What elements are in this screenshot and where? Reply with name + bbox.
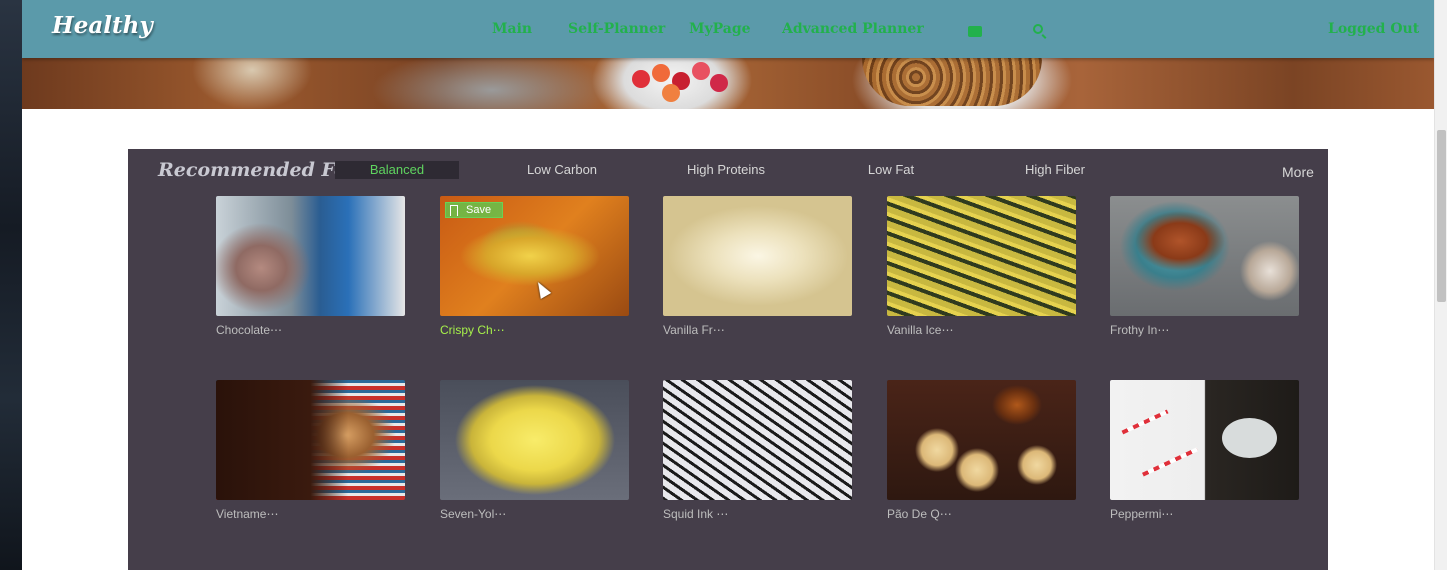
save-button[interactable]: Save <box>445 202 503 218</box>
tab-low-carbon[interactable]: Low Carbon <box>500 161 624 179</box>
top-navbar: Healthy Main Self-Planner MyPage Advance… <box>22 0 1434 58</box>
mouse-cursor-icon <box>532 279 552 299</box>
tab-high-proteins[interactable]: High Proteins <box>664 161 788 179</box>
berries-bowl <box>622 58 742 103</box>
tab-high-fiber[interactable]: High Fiber <box>993 161 1117 179</box>
food-name[interactable]: Peppermi⋯ <box>1110 507 1299 521</box>
food-card[interactable]: Peppermi⋯ <box>1110 380 1299 521</box>
web-page: Healthy Main Self-Planner MyPage Advance… <box>22 0 1434 570</box>
nav-link-mypage[interactable]: MyPage <box>689 21 751 37</box>
food-image[interactable] <box>663 196 852 316</box>
food-name[interactable]: Vanilla Ice⋯ <box>887 323 1076 337</box>
food-image[interactable] <box>440 380 629 500</box>
food-name[interactable]: Seven-Yol⋯ <box>440 507 629 521</box>
food-name[interactable]: Vietname⋯ <box>216 507 405 521</box>
granola-bowl <box>862 58 1042 106</box>
food-card[interactable]: Vietname⋯ <box>216 380 405 521</box>
scrollbar-thumb[interactable] <box>1437 130 1446 302</box>
food-image[interactable] <box>1110 196 1299 316</box>
food-name[interactable]: Crispy Ch⋯ <box>440 323 629 337</box>
food-card[interactable]: Save Crispy Ch⋯ <box>440 196 629 337</box>
save-label: Save <box>466 204 492 216</box>
food-image[interactable] <box>216 196 405 316</box>
food-card[interactable]: Vanilla Ice⋯ <box>887 196 1076 337</box>
bookmark-icon <box>450 205 458 216</box>
cart-icon[interactable] <box>968 26 982 37</box>
vertical-scrollbar[interactable] <box>1434 0 1447 570</box>
food-card[interactable]: Frothy In⋯ <box>1110 196 1299 337</box>
food-card[interactable]: Squid Ink ⋯ <box>663 380 852 521</box>
desktop-background <box>0 0 22 570</box>
food-name[interactable]: Frothy In⋯ <box>1110 323 1299 337</box>
food-image[interactable]: Save <box>440 196 629 316</box>
food-card[interactable]: Vanilla Fr⋯ <box>663 196 852 337</box>
site-logo[interactable]: Healthy <box>52 12 153 39</box>
search-icon[interactable] <box>1033 24 1043 34</box>
food-image[interactable] <box>887 196 1076 316</box>
food-name[interactable]: Squid Ink ⋯ <box>663 507 852 521</box>
food-name[interactable]: Vanilla Fr⋯ <box>663 323 852 337</box>
more-link[interactable]: More <box>1282 164 1314 180</box>
food-card[interactable]: Seven-Yol⋯ <box>440 380 629 521</box>
food-image[interactable] <box>663 380 852 500</box>
nav-link-main[interactable]: Main <box>492 21 532 37</box>
food-name[interactable]: Chocolate⋯ <box>216 323 405 337</box>
food-name[interactable]: Pão De Q⋯ <box>887 507 1076 521</box>
tab-balanced[interactable]: Balanced <box>335 161 459 179</box>
food-image[interactable] <box>216 380 405 500</box>
food-image[interactable] <box>1110 380 1299 500</box>
nav-link-self-planner[interactable]: Self-Planner <box>568 21 665 37</box>
nav-link-advanced-planner[interactable]: Advanced Planner <box>782 21 924 37</box>
food-image[interactable] <box>887 380 1076 500</box>
logout-link[interactable]: Logged Out <box>1328 21 1419 37</box>
tab-low-fat[interactable]: Low Fat <box>829 161 953 179</box>
recommended-food-panel: Recommended Food Balanced Low Carbon Hig… <box>128 149 1328 570</box>
food-card[interactable]: Chocolate⋯ <box>216 196 405 337</box>
food-card[interactable]: Pão De Q⋯ <box>887 380 1076 521</box>
